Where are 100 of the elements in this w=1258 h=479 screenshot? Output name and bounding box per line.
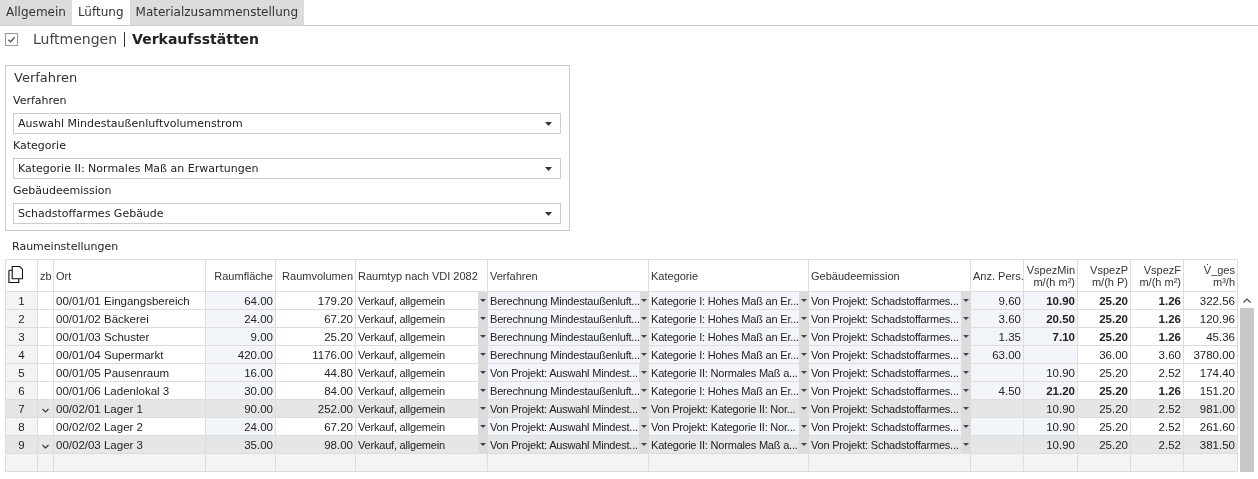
dropdown-cell[interactable]: Berechnung Mindestaußenluft...	[488, 346, 648, 363]
dropdown-arrow-icon[interactable]	[962, 425, 969, 428]
dropdown-cell[interactable]: Von Projekt: Kategorie II: Nor...	[649, 418, 808, 435]
dropdown-arrow-icon[interactable]	[545, 121, 552, 126]
dropdown-field[interactable]: Auswahl Mindestaußenluftvolumenstrom	[13, 113, 561, 134]
dropdown-cell[interactable]: Kategorie II: Normales Maß a...	[649, 364, 808, 381]
dropdown-arrow-icon[interactable]	[479, 299, 486, 302]
dropdown-cell[interactable]: Verkauf, allgemein	[356, 346, 487, 363]
chevron-up-icon[interactable]	[1243, 297, 1251, 303]
dropdown-cell[interactable]: Von Projekt: Kategorie II: Nor...	[649, 400, 808, 417]
tab[interactable]: Materialzusammenstellung	[129, 0, 304, 25]
column-header[interactable]	[5, 259, 38, 292]
dropdown-cell[interactable]: Von Projekt: Auswahl Mindest...	[488, 400, 648, 417]
column-header[interactable]: V̇_ges m³/h	[1183, 259, 1238, 292]
column-header[interactable]: Gebäudeemission	[808, 259, 971, 292]
dropdown-arrow-icon[interactable]	[800, 317, 807, 320]
dropdown-arrow-icon[interactable]	[640, 407, 647, 410]
dropdown-arrow-icon[interactable]	[800, 299, 807, 302]
dropdown-cell[interactable]: Verkauf, allgemein	[356, 364, 487, 381]
dropdown-field[interactable]: Kategorie II: Normales Maß an Erwartungen	[13, 158, 561, 179]
column-header[interactable]: VspezP m/(h P)	[1077, 259, 1131, 292]
dropdown-arrow-icon[interactable]	[479, 389, 486, 392]
dropdown-cell[interactable]: Verkauf, allgemein	[356, 292, 487, 309]
dropdown-arrow-icon[interactable]	[545, 211, 552, 216]
dropdown-arrow-icon[interactable]	[479, 371, 486, 374]
column-header[interactable]: Kategorie	[648, 259, 809, 292]
dropdown-arrow-icon[interactable]	[479, 353, 486, 356]
dropdown-cell[interactable]: Von Projekt: Schadstoffarmes...	[809, 436, 970, 453]
dropdown-arrow-icon[interactable]	[479, 443, 486, 446]
dropdown-cell[interactable]: Berechnung Mindestaußenluft...	[488, 310, 648, 327]
dropdown-arrow-icon[interactable]	[962, 317, 969, 320]
dropdown-cell[interactable]: Von Projekt: Auswahl Mindest...	[488, 436, 648, 453]
dropdown-cell[interactable]: Kategorie I: Hohes Maß an Er...	[649, 292, 808, 309]
dropdown-cell[interactable]: Kategorie II: Normales Maß a...	[649, 436, 808, 453]
dropdown-arrow-icon[interactable]	[800, 371, 807, 374]
table-cell: 10.90	[1046, 438, 1075, 451]
dropdown-arrow-icon[interactable]	[800, 407, 807, 410]
dropdown-arrow-icon[interactable]	[962, 335, 969, 338]
column-header[interactable]: Raumvolumen	[275, 259, 356, 292]
dropdown-arrow-icon[interactable]	[800, 389, 807, 392]
table-cell: 45.36	[1206, 330, 1235, 343]
dropdown-cell[interactable]: Von Projekt: Schadstoffarmes...	[809, 346, 970, 363]
dropdown-cell[interactable]: Verkauf, allgemein	[356, 436, 487, 453]
dropdown-cell[interactable]: Von Projekt: Schadstoffarmes...	[809, 364, 970, 381]
column-header[interactable]: Anz. Pers.	[970, 259, 1024, 292]
column-header[interactable]: Ort	[53, 259, 206, 292]
dropdown-cell[interactable]: Von Projekt: Schadstoffarmes...	[809, 328, 970, 345]
dropdown-arrow-icon[interactable]	[640, 353, 647, 356]
dropdown-cell[interactable]: Verkauf, allgemein	[356, 382, 487, 399]
dropdown-cell[interactable]: Kategorie I: Hohes Maß an Er...	[649, 310, 808, 327]
dropdown-cell[interactable]: Von Projekt: Schadstoffarmes...	[809, 292, 970, 309]
dropdown-arrow-icon[interactable]	[962, 407, 969, 410]
dropdown-cell[interactable]: Verkauf, allgemein	[356, 400, 487, 417]
dropdown-cell[interactable]: Verkauf, allgemein	[356, 418, 487, 435]
copy-icon[interactable]	[8, 266, 23, 283]
dropdown-arrow-icon[interactable]	[800, 353, 807, 356]
dropdown-cell[interactable]: Berechnung Mindestaußenluft...	[488, 328, 648, 345]
dropdown-cell[interactable]: Von Projekt: Schadstoffarmes...	[809, 382, 970, 399]
column-header[interactable]: Verfahren	[487, 259, 649, 292]
dropdown-arrow-icon[interactable]	[800, 425, 807, 428]
column-header[interactable]: VspezF m/(h m²)	[1130, 259, 1184, 292]
dropdown-arrow-icon[interactable]	[962, 443, 969, 446]
table-cell: 44.80	[324, 366, 353, 379]
column-header[interactable]: VspezMin m/(h m²)	[1023, 259, 1078, 292]
dropdown-arrow-icon[interactable]	[479, 317, 486, 320]
dropdown-arrow-icon[interactable]	[800, 335, 807, 338]
dropdown-cell[interactable]: Von Projekt: Schadstoffarmes...	[809, 418, 970, 435]
dropdown-arrow-icon[interactable]	[479, 407, 486, 410]
dropdown-cell[interactable]: Berechnung Mindestaußenluft...	[488, 292, 648, 309]
scrollbar-thumb[interactable]	[1240, 308, 1254, 472]
dropdown-field[interactable]: Schadstoffarmes Gebäude	[13, 203, 561, 224]
dropdown-arrow-icon[interactable]	[962, 371, 969, 374]
dropdown-arrow-icon[interactable]	[479, 425, 486, 428]
dropdown-cell[interactable]: Von Projekt: Auswahl Mindest...	[488, 364, 648, 381]
dropdown-arrow-icon[interactable]	[640, 299, 647, 302]
dropdown-cell[interactable]: Von Projekt: Schadstoffarmes...	[809, 400, 970, 417]
dropdown-arrow-icon[interactable]	[479, 335, 486, 338]
tab[interactable]: Allgemein	[0, 0, 72, 25]
dropdown-arrow-icon[interactable]	[640, 425, 647, 428]
dropdown-cell[interactable]: Kategorie I: Hohes Maß an Er...	[649, 346, 808, 363]
dropdown-cell[interactable]: Von Projekt: Auswahl Mindest...	[488, 418, 648, 435]
dropdown-arrow-icon[interactable]	[962, 299, 969, 302]
dropdown-cell[interactable]: Kategorie I: Hohes Maß an Er...	[649, 382, 808, 399]
dropdown-cell[interactable]: Von Projekt: Schadstoffarmes...	[809, 310, 970, 327]
dropdown-arrow-icon[interactable]	[640, 371, 647, 374]
dropdown-arrow-icon[interactable]	[545, 166, 552, 171]
dropdown-cell[interactable]: Verkauf, allgemein	[356, 310, 487, 327]
dropdown-arrow-icon[interactable]	[962, 389, 969, 392]
column-header[interactable]: Raumtyp nach VDI 2082	[355, 259, 488, 292]
dropdown-arrow-icon[interactable]	[640, 335, 647, 338]
dropdown-arrow-icon[interactable]	[962, 353, 969, 356]
dropdown-cell[interactable]: Kategorie I: Hohes Maß an Er...	[649, 328, 808, 345]
dropdown-arrow-icon[interactable]	[640, 389, 647, 392]
dropdown-arrow-icon[interactable]	[640, 317, 647, 320]
column-header[interactable]: Raumfläche	[205, 259, 276, 292]
dropdown-arrow-icon[interactable]	[640, 443, 647, 446]
dropdown-cell[interactable]: Berechnung Mindestaußenluft...	[488, 382, 648, 399]
column-header[interactable]: zb	[37, 259, 54, 292]
dropdown-cell[interactable]: Verkauf, allgemein	[356, 328, 487, 345]
dropdown-arrow-icon[interactable]	[800, 443, 807, 446]
